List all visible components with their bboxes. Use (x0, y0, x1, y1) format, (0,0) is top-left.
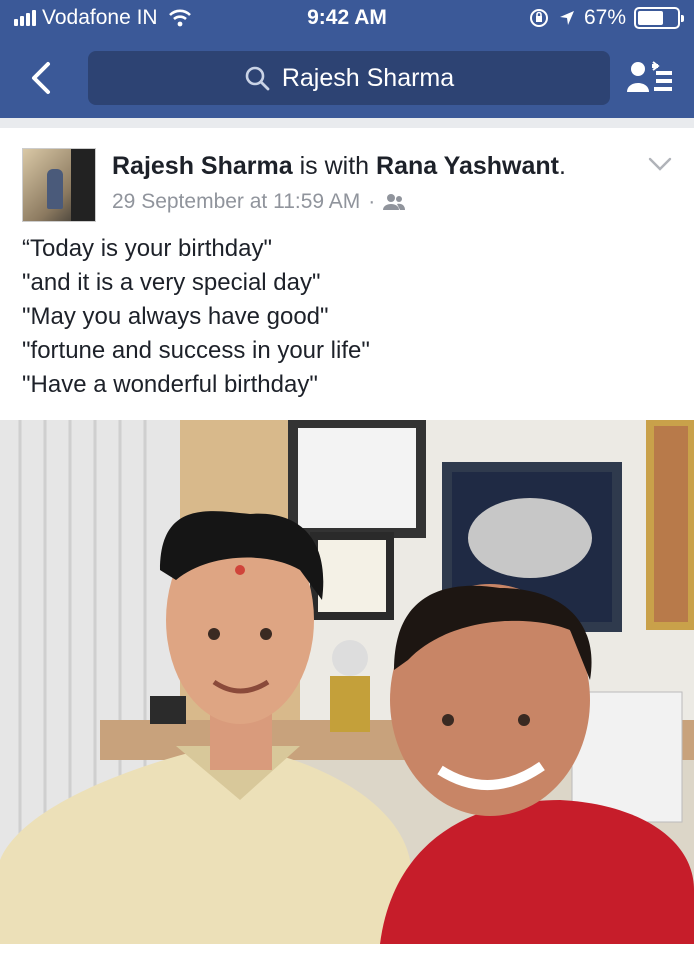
header-period: . (558, 152, 566, 180)
search-input[interactable]: Rajesh Sharma (88, 51, 610, 105)
post-line: “Today is your birthday" (22, 235, 272, 262)
post-line: "May you always have good" (22, 303, 329, 330)
post-text: “Today is your birthday" "and it is a ve… (22, 232, 672, 402)
battery-icon (634, 7, 684, 29)
post-header: Rajesh Sharma is with Rana Yashwant. (112, 152, 566, 181)
navigation-bar: Rajesh Sharma (0, 48, 694, 108)
post-line: "and it is a very special day" (22, 269, 321, 296)
search-value: Rajesh Sharma (281, 63, 455, 92)
orientation-lock-icon (529, 9, 548, 27)
status-bar: Vodafone IN 9:42 AM 67% (0, 0, 694, 38)
timestamp[interactable]: 29 September at 11:59 AM (112, 190, 360, 214)
with-text: is with (299, 152, 370, 180)
search-icon (245, 66, 270, 91)
top-bar: Vodafone IN 9:42 AM 67% Rajesh Sharma (0, 0, 694, 118)
avatar[interactable] (22, 148, 96, 222)
post-meta: 29 September at 11:59 AM · (112, 190, 406, 214)
friends-list-icon[interactable] (626, 58, 674, 98)
post-card: Rajesh Sharma is with Rana Yashwant. 29 … (0, 128, 694, 960)
post-line: "fortune and success in your life" (22, 337, 370, 364)
post-line: "Have a wonderful birthday" (22, 371, 318, 398)
battery-percent: 67% (583, 6, 626, 29)
post-photo[interactable] (0, 420, 694, 944)
friends-audience-icon[interactable] (383, 193, 406, 211)
tagged-name[interactable]: Rana Yashwant (376, 152, 559, 180)
back-chevron-icon[interactable] (22, 58, 62, 98)
chevron-down-icon[interactable] (648, 156, 672, 172)
location-icon (559, 11, 574, 25)
meta-separator: · (368, 190, 376, 213)
author-name[interactable]: Rajesh Sharma (112, 152, 293, 180)
